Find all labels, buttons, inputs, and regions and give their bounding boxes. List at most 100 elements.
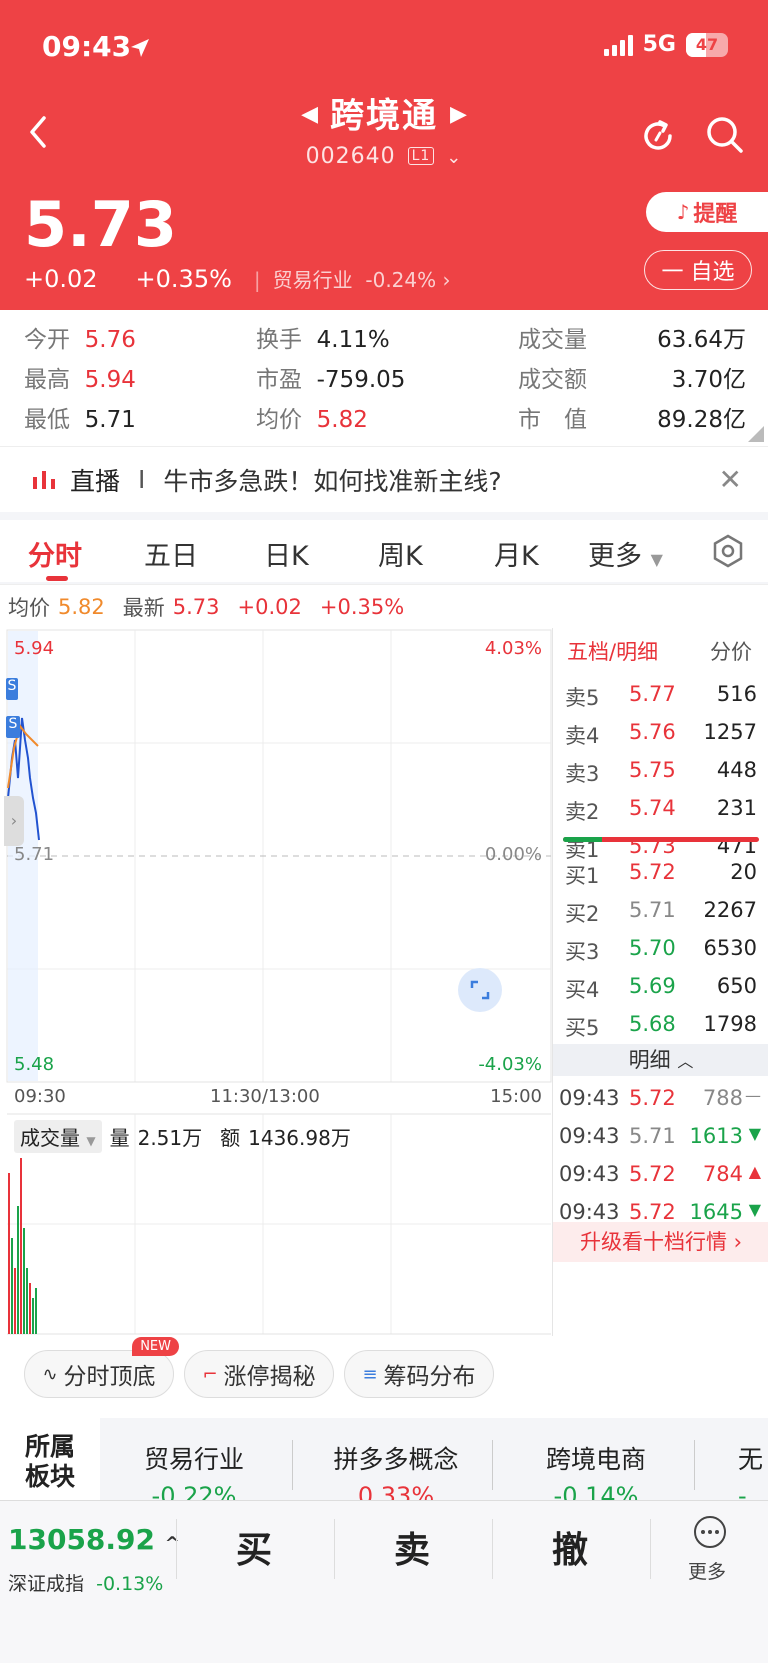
tab-week-k[interactable]: 周K <box>378 534 423 573</box>
status-indicators: 5G 47 <box>603 32 728 57</box>
index-value[interactable]: 13058.92 ^ <box>8 1523 180 1556</box>
x-end-label: 15:00 <box>490 1086 542 1107</box>
order-book: 五档/明细 分价 卖5 5.77 516 卖4 5.76 1257 卖3 5.75 448 … <box>552 628 768 1336</box>
tab-month-k[interactable]: 月K <box>494 534 539 573</box>
volume-bars <box>8 1158 37 1334</box>
bid-row: 买1 5.72 20 <box>565 860 757 888</box>
ask-row: 卖4 5.76 1257 <box>565 720 757 748</box>
wave-icon: ∿ <box>42 1363 58 1385</box>
close-icon[interactable]: ✕ <box>719 463 742 496</box>
market-cap-value: 89.28亿 <box>657 407 746 433</box>
intraday-summary: 均价 5.82 最新 5.73 +0.02 +0.35% <box>0 584 768 628</box>
location-arrow-icon <box>131 39 149 57</box>
sector-item[interactable]: 拼多多概念 0.33% <box>310 1440 482 1500</box>
battery-icon: 47 <box>686 32 728 57</box>
intraday-top-bottom-button[interactable]: ∿ 分时顶底 NEW <box>24 1337 179 1398</box>
low-value: 5.71 <box>84 407 136 433</box>
x-start-label: 09:30 <box>14 1086 66 1107</box>
chevron-up-icon: ︿ <box>677 1052 694 1071</box>
ask-row: 卖3 5.75 448 <box>565 758 757 786</box>
stock-code: 002640 <box>305 144 396 169</box>
live-news-bar[interactable]: 直播 I 牛市多急跌！如何找准新主线? ✕ <box>0 446 768 512</box>
tab-day-k[interactable]: 日K <box>264 534 309 573</box>
fullscreen-button[interactable] <box>458 968 502 1012</box>
live-bars-icon <box>33 470 55 489</box>
open-value: 5.76 <box>84 327 136 353</box>
next-stock-icon[interactable]: ▶ <box>450 102 467 127</box>
volume-value: 63.64万 <box>657 327 746 353</box>
price-change: +0.02 <box>24 264 98 293</box>
industry-link[interactable]: | 贸易行业 -0.24% › <box>254 264 451 293</box>
latest-change: +0.02 <box>237 594 302 619</box>
tool-chips: ∿ 分时顶底 NEW ⌐ 涨停揭秘 ≡ 筹码分布 <box>0 1336 768 1418</box>
stock-header: 09:43 5G 47 ◀ 跨境通 ▶ 002640 L1 ⌄ 5.73 +0.02… <box>0 0 768 310</box>
x-mid-label: 11:30/13:00 <box>210 1086 320 1107</box>
tab-intraday[interactable]: 分时 <box>28 534 82 573</box>
upgrade-ten-level-link[interactable]: 升级看十档行情 › <box>553 1222 768 1262</box>
new-badge: NEW <box>132 1337 179 1356</box>
tick-row: 09:43 5.71 1613 ▼ <box>559 1124 761 1148</box>
latest-change-pct: +0.35% <box>319 594 405 619</box>
bid-row: 买5 5.68 1798 <box>565 1012 757 1040</box>
change-row: +0.02 +0.35% | 贸易行业 -0.24% › <box>24 264 451 293</box>
prev-stock-icon[interactable]: ◀ <box>301 102 318 127</box>
current-price: 5.73 <box>24 188 177 261</box>
side-collapse-handle[interactable]: › <box>4 796 24 846</box>
sector-item[interactable]: 无- <box>738 1440 768 1500</box>
volume-value: 2.51万 <box>137 1126 203 1150</box>
sell-marker[interactable]: S <box>6 678 18 700</box>
sector-item[interactable]: 贸易行业 -0.22% <box>126 1440 262 1500</box>
volume-header: 成交量 ▼ 量 2.51万 额 1436.98万 <box>14 1120 351 1153</box>
refresh-icon[interactable] <box>638 116 678 156</box>
tab-five-day[interactable]: 五日 <box>144 534 198 573</box>
more-button[interactable]: 更多 <box>688 1515 730 1584</box>
tab-more[interactable]: 更多 ▼ <box>588 534 663 573</box>
expand-corner-icon[interactable] <box>748 426 764 442</box>
avg-price: 5.82 <box>58 594 105 619</box>
turnover-value: 4.11% <box>316 327 390 353</box>
tab-price-dist[interactable]: 分价 <box>710 636 752 666</box>
pct-low-label: -4.03% <box>478 1054 542 1075</box>
bell-icon: ♪ <box>676 200 690 224</box>
pe-value: -759.05 <box>316 367 406 393</box>
search-icon[interactable] <box>704 114 746 156</box>
sell-button[interactable]: 卖 <box>394 1521 430 1573</box>
signal-icon <box>603 34 633 56</box>
y-low-label: 5.48 <box>14 1054 55 1075</box>
buy-button[interactable]: 买 <box>236 1521 272 1573</box>
related-sectors: 所属板块 贸易行业 -0.22% 拼多多概念 0.33% 跨境电商 -0.14% 无- <box>0 1418 768 1500</box>
pct-mid-label: 0.00% <box>484 844 542 865</box>
settings-hex-icon[interactable] <box>712 534 744 568</box>
detail-toggle[interactable]: 明细 ︿ <box>553 1044 768 1076</box>
level-badge: L1 <box>407 147 435 165</box>
add-favorite-button[interactable]: 一 自选 <box>644 250 752 290</box>
quote-stats: 今开 5.76 最高 5.94 最低 5.71 换手 4.11% 市盈 -759… <box>0 310 768 446</box>
live-tag: 直播 <box>70 466 121 496</box>
bid-ask-ratio-bar <box>563 837 759 842</box>
pct-high-label: 4.03% <box>484 638 542 659</box>
price-change-pct: +0.35% <box>135 264 232 293</box>
volume-indicator-select[interactable]: 成交量 ▼ <box>14 1120 102 1153</box>
cancel-order-button[interactable]: 撤 <box>552 1521 588 1573</box>
chip-distribution-button[interactable]: ≡ 筹码分布 <box>344 1350 494 1398</box>
avg-value: 5.82 <box>316 407 368 433</box>
latest-price: 5.73 <box>172 594 220 619</box>
bid-row: 买2 5.71 2267 <box>565 898 757 926</box>
chevron-right-icon: › <box>442 268 451 292</box>
intraday-chart[interactable]: 5.94 4.03% 5.71 0.00% 5.48 -4.03% S S › … <box>0 628 552 1336</box>
remind-button[interactable]: ♪ 提醒 <box>646 192 768 232</box>
sector-item[interactable]: 跨境电商 -0.14% <box>516 1440 676 1500</box>
limit-up-icon: ⌐ <box>202 1363 218 1385</box>
sectors-title: 所属板块 <box>0 1418 100 1500</box>
index-name-row: 深证成指 -0.13% <box>8 1573 164 1595</box>
sell-marker[interactable]: S <box>6 716 20 738</box>
chevron-down-icon: ⌄ <box>446 147 463 168</box>
high-value: 5.94 <box>84 367 136 393</box>
y-mid-label: 5.71 <box>14 844 55 865</box>
limit-up-reveal-button[interactable]: ⌐ 涨停揭秘 <box>184 1350 334 1398</box>
tab-five-level[interactable]: 五档/明细 <box>567 636 658 666</box>
bottom-trade-bar: 13058.92 ^ 深证成指 -0.13% 买 卖 撤 更多 <box>0 1500 768 1663</box>
news-headline: 牛市多急跌！如何找准新主线? <box>163 466 502 496</box>
y-high-label: 5.94 <box>14 638 55 659</box>
stock-name: 跨境通 <box>330 96 438 136</box>
